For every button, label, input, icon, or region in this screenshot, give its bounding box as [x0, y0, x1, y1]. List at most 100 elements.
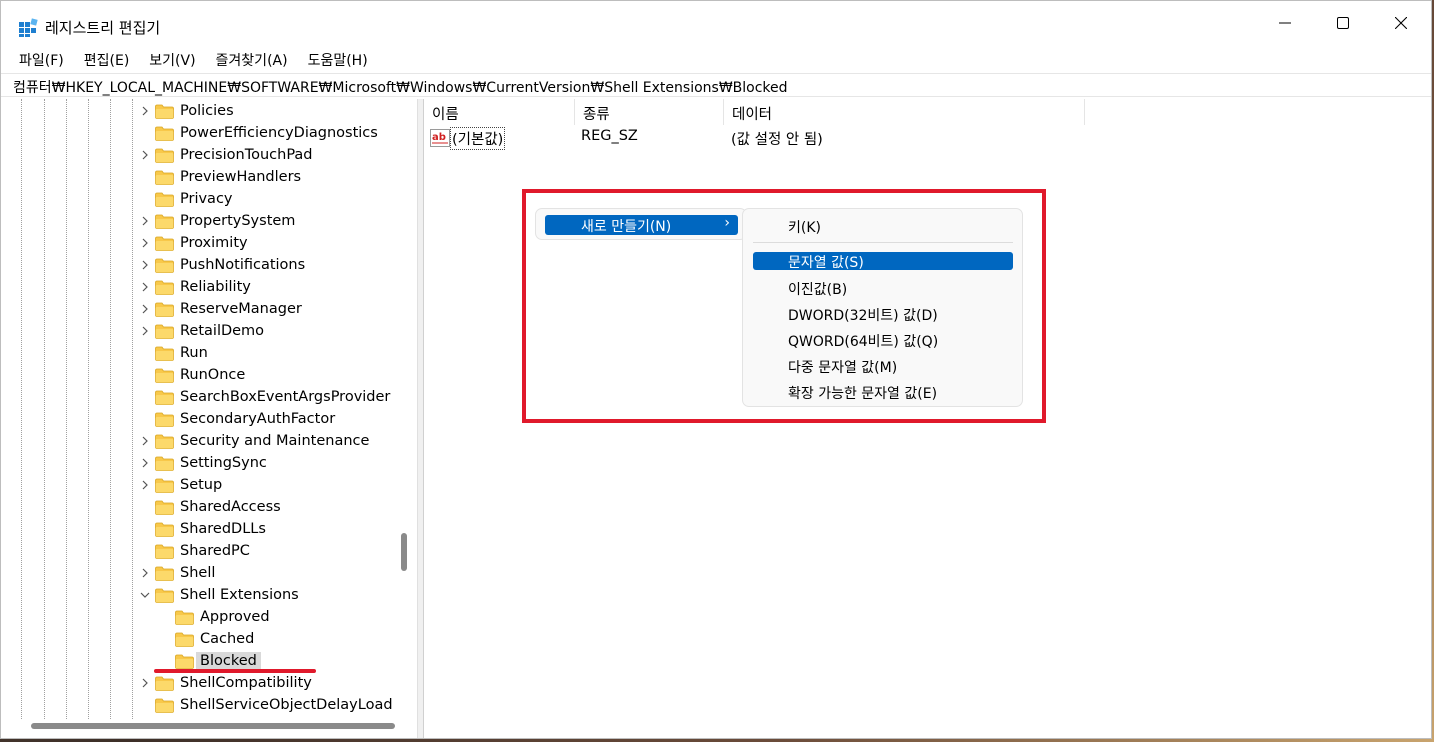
chevron-right-icon[interactable] [137, 433, 153, 449]
chevron-right-icon[interactable] [137, 103, 153, 119]
tree-item[interactable]: Security and Maintenance [137, 430, 372, 452]
close-button[interactable] [1372, 1, 1430, 45]
tree-item-label: PushNotifications [180, 257, 306, 273]
tree-guide-line [44, 99, 45, 719]
menu-view[interactable]: 보기(V) [139, 47, 205, 71]
folder-icon [155, 214, 174, 229]
chevron-right-icon[interactable] [137, 301, 153, 317]
tree-item[interactable]: ReserveManager [137, 298, 305, 320]
tree-item-label: RunOnce [180, 367, 246, 383]
tree-item[interactable]: RunOnce [137, 364, 248, 386]
value-data: (값 설정 안 됨) [731, 132, 823, 148]
folder-icon [155, 588, 174, 603]
tree-item[interactable]: ShellServiceObjectDelayLoad [137, 694, 396, 716]
tree-item-label: PropertySystem [180, 213, 296, 229]
column-header-name[interactable]: 이름 [424, 99, 575, 125]
tree-item[interactable]: PreviewHandlers [137, 166, 304, 188]
tree-item[interactable]: Setup [137, 474, 225, 496]
chevron-right-icon[interactable] [137, 477, 153, 493]
key-tree-pane[interactable]: Policies PowerEfficiencyDiagnostics Precis… [13, 99, 413, 738]
folder-icon [155, 236, 174, 251]
folder-icon [155, 522, 174, 537]
chevron-right-icon[interactable] [137, 279, 153, 295]
chevron-right-icon[interactable] [137, 565, 153, 581]
maximize-icon [1337, 17, 1349, 29]
folder-icon [175, 654, 194, 669]
tree-item[interactable]: SharedAccess [137, 496, 284, 518]
tree-item[interactable]: Reliability [137, 276, 254, 298]
tree-item-label: Shell Extensions [180, 587, 299, 603]
tree-item[interactable]: PrecisionTouchPad [137, 144, 316, 166]
pane-splitter[interactable] [417, 99, 424, 738]
tree-item[interactable]: SettingSync [137, 452, 270, 474]
chevron-right-icon[interactable] [137, 455, 153, 471]
tree-item[interactable]: SharedDLLs [137, 518, 269, 540]
folder-icon [155, 368, 174, 383]
menu-bar: 파일(F) 편집(E) 보기(V) 즐겨찾기(A) 도움말(H) [9, 47, 378, 71]
folder-icon [155, 346, 174, 361]
chevron-down-icon[interactable] [137, 587, 153, 603]
folder-icon [155, 302, 174, 317]
tree-item[interactable]: Shell [137, 562, 218, 584]
tree-item[interactable]: SecondaryAuthFactor [137, 408, 338, 430]
tree-item[interactable]: Cached [157, 628, 257, 650]
string-value-icon: ab [430, 129, 450, 147]
folder-icon [155, 258, 174, 273]
annotation-underline [154, 669, 316, 673]
chevron-right-icon[interactable] [137, 147, 153, 163]
folder-icon [155, 412, 174, 427]
tree-item[interactable]: PropertySystem [137, 210, 298, 232]
chevron-right-icon[interactable] [137, 213, 153, 229]
tree-item[interactable]: Shell Extensions [137, 584, 302, 606]
tree-item-label: SecondaryAuthFactor [180, 411, 336, 427]
folder-icon [155, 390, 174, 405]
menu-file[interactable]: 파일(F) [9, 47, 74, 71]
tree-item[interactable]: PushNotifications [137, 254, 308, 276]
chevron-right-icon[interactable] [137, 235, 153, 251]
tree-item[interactable]: Proximity [137, 232, 251, 254]
address-bar[interactable]: 컴퓨터₩HKEY_LOCAL_MACHINE₩SOFTWARE₩Microsof… [1, 73, 1431, 97]
chevron-right-icon[interactable] [137, 323, 153, 339]
minimize-button[interactable] [1256, 1, 1314, 45]
tree-vertical-scrollbar[interactable] [401, 533, 407, 571]
tree-guide-line [88, 99, 89, 719]
tree-item-label: SharedPC [180, 543, 250, 559]
tree-item[interactable]: ShellCompatibility [137, 672, 315, 694]
tree-item-label: Cached [200, 631, 255, 647]
menu-help[interactable]: 도움말(H) [298, 47, 378, 71]
maximize-button[interactable] [1314, 1, 1372, 45]
tree-item[interactable]: RetailDemo [137, 320, 267, 342]
window-title: 레지스트리 편집기 [45, 19, 161, 37]
tree-item-label: PowerEfficiencyDiagnostics [180, 125, 378, 141]
tree-item-label: Blocked [196, 652, 261, 670]
tree-item[interactable]: Run [137, 342, 211, 364]
tree-item-label: Privacy [180, 191, 233, 207]
title-bar[interactable]: 레지스트리 편집기 [1, 1, 1431, 45]
chevron-right-icon[interactable] [137, 675, 153, 691]
tree-guide-line [66, 99, 67, 719]
tree-item[interactable]: SearchBoxEventArgsProvider [137, 386, 393, 408]
column-header-type[interactable]: 종류 [575, 99, 724, 125]
tree-item[interactable]: Approved [157, 606, 273, 628]
menu-edit[interactable]: 편집(E) [74, 47, 140, 71]
tree-item[interactable]: SharedPC [137, 540, 253, 562]
tree-item[interactable]: Privacy [137, 188, 236, 210]
tree-horizontal-scrollbar[interactable] [31, 723, 395, 729]
tree-item-label: Security and Maintenance [180, 433, 370, 449]
tree-item-label: RetailDemo [180, 323, 265, 339]
tree-item[interactable]: PowerEfficiencyDiagnostics [137, 122, 381, 144]
menu-favorites[interactable]: 즐겨찾기(A) [206, 47, 298, 71]
chevron-right-icon[interactable] [137, 257, 153, 273]
tree-item[interactable]: Policies [137, 100, 237, 122]
tree-item-label: Reliability [180, 279, 251, 295]
value-name[interactable]: (기본값) [450, 127, 506, 150]
column-header-data[interactable]: 데이터 [724, 99, 1085, 125]
